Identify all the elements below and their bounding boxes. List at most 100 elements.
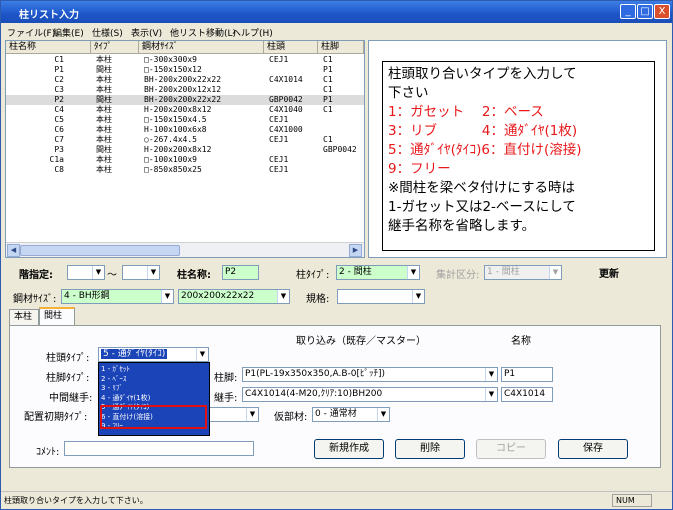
delete-button[interactable]: 削除	[395, 439, 465, 459]
table-cell: P3	[54, 145, 64, 154]
chevron-down-icon	[277, 290, 289, 303]
table-cell: C1	[323, 135, 333, 144]
table-cell: BH-200x200x22x22	[144, 75, 222, 84]
save-button[interactable]: 保存	[558, 439, 628, 459]
app-window: 柱リスト入力 _ □ X ファイル(F) 編集(E) 仕様(S) 表示(V) 他…	[0, 0, 673, 510]
table-cell: C1	[323, 75, 333, 84]
status-bar: 柱頭取り合いタイプを入力して下さい。 NUM	[1, 491, 672, 509]
table-cell: 間柱	[96, 145, 112, 154]
table-cell: 間柱	[96, 65, 112, 74]
steel-kind-select[interactable]: 4 - BH形鋼	[61, 289, 174, 304]
col-header-steel[interactable]: 鋼材ｻｲｽﾞ	[139, 41, 264, 54]
dropdown-option[interactable]: 1 - ｶﾞｾｯﾄ	[101, 365, 130, 373]
table-cell: P1	[323, 65, 333, 74]
menu-view[interactable]: 表示(V)	[131, 26, 162, 39]
name-header: 名称	[511, 336, 531, 347]
table-cell: C3	[54, 85, 64, 94]
menu-other-list[interactable]: 他リスト移動(L)	[170, 26, 236, 39]
menu-file[interactable]: ファイル(F)	[7, 26, 55, 39]
table-cell: C1	[323, 105, 333, 114]
help-text-box: 柱頭取り合いタイプを入力して 下さい 1：ガセット 2：ベース 3：リブ 4：通ﾀﾞｲ…	[382, 61, 655, 251]
chevron-down-icon	[196, 348, 208, 361]
temp-member-select[interactable]: 0 - 通常材	[312, 407, 390, 422]
table-cell: C1	[323, 85, 333, 94]
col-header-type[interactable]: ﾀｲﾌﾟ	[91, 41, 139, 54]
foot-name-input[interactable]: P1	[501, 367, 553, 382]
foot-select[interactable]: P1(PL-19x350x350,A.B-0[ﾋﾟｯﾁ])	[242, 367, 498, 382]
table-cell: C1	[54, 55, 64, 64]
grade-select[interactable]	[337, 289, 425, 304]
dropdown-option[interactable]: 2 - ﾍﾞｰｽ	[101, 375, 126, 383]
col-header-foot[interactable]: 柱脚	[318, 41, 364, 54]
update-button[interactable]: 更新	[599, 265, 619, 280]
column-list[interactable]: 柱名称 ﾀｲﾌﾟ 鋼材ｻｲｽﾞ 柱頭 柱脚 C1 本柱 □-300x300x9 CEJ…	[5, 40, 365, 258]
menu-help[interactable]: ヘルプ(H)	[232, 26, 273, 39]
table-row[interactable]: C7 本柱 ○-267.4x4.5 CEJ1 C1	[6, 135, 364, 145]
tab-main-column[interactable]: 本柱	[9, 309, 39, 325]
tab-stud-column[interactable]: 間柱	[39, 307, 75, 325]
table-cell: CEJ1	[269, 55, 289, 64]
table-row[interactable]: C6 本柱 H-100x100x6x8 C4X1000	[6, 125, 364, 135]
help-line: 継手名称を省略します。	[388, 218, 536, 234]
dropdown-option[interactable]: 4 - 通ﾀﾞｲﾔ(1枚)	[101, 394, 150, 402]
initial-type-label: 配置初期ﾀｲﾌﾟ:	[24, 412, 88, 423]
table-row[interactable]: P1 間柱 □-150x150x12 P1	[6, 65, 364, 75]
new-button[interactable]: 新規作成	[314, 439, 384, 459]
help-line: 5：通ﾀﾞｲﾔ(ﾀｲｺ)6：直付け(溶接)	[388, 142, 582, 158]
menu-edit[interactable]: 編集(E)	[53, 26, 84, 39]
scroll-left-icon[interactable]: ◀	[7, 244, 20, 257]
scroll-right-icon[interactable]: ▶	[349, 244, 362, 257]
chevron-down-icon	[412, 290, 424, 303]
table-cell: H-200x200x8x12	[144, 145, 212, 154]
close-button[interactable]: X	[654, 4, 670, 19]
table-cell: P2	[54, 95, 64, 104]
floor-label: 階指定:	[19, 270, 53, 281]
table-cell: P1	[54, 65, 64, 74]
dropdown-option[interactable]: 3 - ﾘﾌﾞ	[101, 384, 123, 392]
table-cell: 本柱	[96, 105, 112, 114]
menu-spec[interactable]: 仕様(S)	[92, 26, 123, 39]
chevron-down-icon	[147, 266, 159, 279]
help-panel: 柱頭取り合いタイプを入力して 下さい 1：ガセット 2：ベース 3：リブ 4：通ﾀﾞｲ…	[368, 40, 667, 258]
chevron-down-icon	[377, 408, 389, 421]
table-row[interactable]: C8 本柱 □-850x850x25 CEJ1	[6, 165, 364, 175]
table-cell: C5	[54, 115, 64, 124]
table-row[interactable]: C1 本柱 □-300x300x9 CEJ1 C1	[6, 55, 364, 65]
initial-type-select[interactable]	[209, 407, 259, 422]
col-header-name[interactable]: 柱名称	[6, 41, 91, 54]
steel-size-select[interactable]: 200x200x22x22	[178, 289, 290, 304]
table-row[interactable]: C3 本柱 BH-200x200x12x12 C1	[6, 85, 364, 95]
table-cell: C1	[323, 55, 333, 64]
chevron-down-icon	[161, 290, 173, 303]
window-title: 柱リスト入力	[19, 10, 79, 21]
col-header-head[interactable]: 柱頭	[264, 41, 318, 54]
scroll-thumb[interactable]	[20, 245, 180, 256]
column-name-input[interactable]: P2	[222, 265, 259, 280]
table-cell: □-150x150x4.5	[144, 115, 207, 124]
table-row[interactable]: C4 本柱 H-200x200x8x12 C4X1040 C1	[6, 105, 364, 115]
help-line: 9：フリー	[388, 161, 451, 177]
column-type-select[interactable]: 2 - 間柱	[336, 265, 420, 280]
list-header: 柱名称 ﾀｲﾌﾟ 鋼材ｻｲｽﾞ 柱頭 柱脚	[6, 41, 364, 54]
floor-from-select[interactable]	[67, 265, 105, 280]
column-name-label: 柱名称:	[177, 270, 211, 281]
maximize-button[interactable]: □	[637, 4, 653, 19]
table-row[interactable]: C2 本柱 BH-200x200x22x22 C4X1014 C1	[6, 75, 364, 85]
table-row[interactable]: P2 間柱 BH-200x200x22x22 GBP0042 P1	[6, 95, 364, 105]
comment-input[interactable]	[64, 441, 254, 456]
horizontal-scrollbar[interactable]: ◀ ▶	[6, 242, 364, 257]
table-cell: 本柱	[96, 165, 112, 174]
help-line: 1-ガセット又は2-ベースにして	[388, 199, 576, 215]
table-cell: 本柱	[96, 125, 112, 134]
table-cell: C1a	[49, 155, 64, 164]
joint-name-input[interactable]: C4X1014	[501, 387, 553, 402]
floor-to-select[interactable]	[122, 265, 160, 280]
joint-select[interactable]: C4X1014(4-M20,ｸﾘｱ:10)BH200	[242, 387, 498, 402]
table-cell: GBP0042	[269, 95, 303, 104]
minimize-button[interactable]: _	[620, 4, 636, 19]
table-row[interactable]: C5 本柱 □-150x150x4.5 CEJ1	[6, 115, 364, 125]
table-row[interactable]: C1a 本柱 □-100x100x9 CEJ1	[6, 155, 364, 165]
table-cell: C4X1014	[269, 75, 303, 84]
table-row[interactable]: P3 間柱 H-200x200x8x12 GBP0042	[6, 145, 364, 155]
head-type-select[interactable]: 5 - 通ﾀﾞｲﾔ(ﾀｲｺ)	[98, 347, 209, 362]
